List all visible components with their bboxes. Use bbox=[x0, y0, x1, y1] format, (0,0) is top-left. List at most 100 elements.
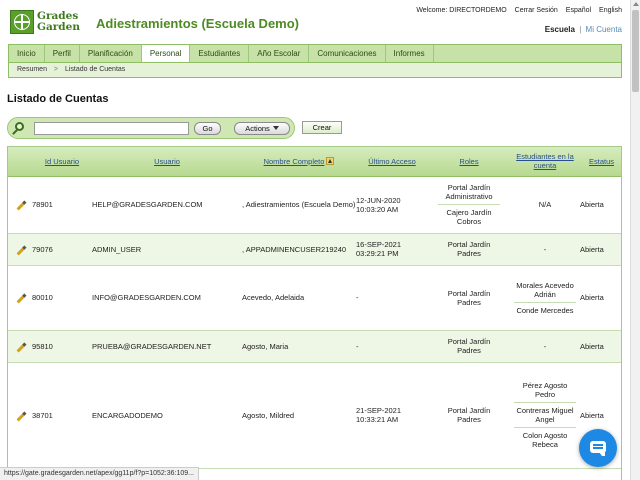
go-button[interactable]: Go bbox=[194, 122, 221, 135]
header-name-label: Nombre Completo bbox=[263, 156, 325, 166]
breadcrumb-current: Listado de Cuentas bbox=[64, 66, 126, 73]
page-title: Listado de Cuentas bbox=[7, 93, 109, 105]
cell-name: Acevedo, Adelaida bbox=[242, 265, 356, 331]
scrollbar-thumb[interactable] bbox=[632, 10, 639, 92]
app-title: Adiestramientos (Escuela Demo) bbox=[96, 16, 300, 31]
cell-user: PRUEBA@GRADESGARDEN.NET bbox=[92, 330, 242, 363]
breadcrumb-separator: > bbox=[53, 66, 59, 73]
accounts-table-container: Id Usuario Usuario Nombre Completo Últim… bbox=[7, 146, 622, 480]
cell-name: Agosto, Maria bbox=[242, 330, 356, 363]
cell-last-access: - bbox=[356, 265, 428, 331]
logo-text: Grades Garden bbox=[37, 11, 80, 33]
role-item: Portal Jardín Padres bbox=[447, 288, 491, 307]
accounts-table: Id Usuario Usuario Nombre Completo Últim… bbox=[8, 147, 621, 469]
cell-last-access: - bbox=[356, 330, 428, 363]
cell-roles: Portal Jardín Padres bbox=[428, 233, 510, 266]
role-item: Portal Jardín Padres bbox=[447, 240, 491, 258]
search-icon[interactable] bbox=[11, 120, 28, 137]
breadcrumb: Resumen > Listado de Cuentas bbox=[8, 62, 622, 78]
lang-es-link[interactable]: Español bbox=[566, 7, 591, 14]
table-row: 80010 INFO@GRADESGARDEN.COM Acevedo, Ade… bbox=[8, 265, 621, 331]
sort-ascending-icon bbox=[326, 156, 335, 165]
cell-id: 95810 bbox=[32, 330, 92, 363]
actions-label: Actions bbox=[245, 124, 270, 133]
header-status[interactable]: Estatus bbox=[580, 147, 621, 177]
tab-estudiantes[interactable]: Estudiantes bbox=[190, 45, 250, 62]
tab-planificacion[interactable]: Planificación bbox=[80, 45, 142, 62]
logo-line-2: Garden bbox=[37, 21, 80, 33]
chat-widget-button[interactable] bbox=[579, 429, 617, 467]
cell-id: 79076 bbox=[32, 233, 92, 266]
tab-ano-escolar[interactable]: Año Escolar bbox=[249, 45, 310, 62]
cell-roles: Portal Jardín Padres bbox=[428, 362, 510, 469]
role-item: Portal Jardín Padres bbox=[447, 406, 491, 424]
browser-status-bar: https://gate.gradesgarden.net/apex/gg11p… bbox=[0, 467, 199, 480]
scroll-up-icon[interactable] bbox=[633, 2, 639, 6]
pencil-icon[interactable] bbox=[16, 293, 27, 304]
cell-students: Pérez Agosto Pedro Contreras Miguel Angel… bbox=[510, 362, 580, 469]
student-item: Conde Mercedes bbox=[516, 305, 574, 315]
welcome-text: Welcome: DIRECTORDEMO bbox=[416, 7, 507, 14]
edit-cell bbox=[8, 330, 32, 363]
pencil-icon[interactable] bbox=[16, 342, 27, 352]
cell-roles: Portal Jardín Administrativo Cajero Jardí… bbox=[428, 176, 510, 234]
header-students[interactable]: Estudiantes en la cuenta bbox=[510, 147, 580, 177]
cell-status: Abierta bbox=[580, 176, 621, 234]
pencil-icon[interactable] bbox=[16, 200, 27, 211]
table-header-row: Id Usuario Usuario Nombre Completo Últim… bbox=[8, 147, 621, 177]
table-row: 38701 ENCARGADODEMO Agosto, Mildred 21-S… bbox=[8, 362, 621, 469]
tab-inicio[interactable]: Inicio bbox=[9, 45, 45, 62]
cell-status: Abierta bbox=[580, 233, 621, 266]
switcher-separator: | bbox=[579, 25, 582, 34]
breadcrumb-resumen[interactable]: Resumen bbox=[17, 66, 47, 73]
grades-garden-logo[interactable]: Grades Garden bbox=[10, 10, 82, 34]
tab-comunicaciones[interactable]: Comunicaciones bbox=[309, 45, 386, 62]
cell-id: 78901 bbox=[32, 176, 92, 234]
chevron-down-icon bbox=[272, 126, 279, 130]
role-item: Portal Jardín Padres bbox=[447, 337, 491, 355]
cell-roles: Portal Jardín Padres bbox=[428, 265, 510, 331]
cell-user: ADMIN_USER bbox=[92, 233, 242, 266]
student-item: Colon Agosto Rebeca bbox=[522, 431, 568, 449]
cell-students: Morales Acevedo Adrián Conde Mercedes bbox=[510, 265, 580, 331]
student-item: Contreras Miguel Angel bbox=[514, 403, 576, 428]
table-row: 95810 PRUEBA@GRADESGARDEN.NET Agosto, Ma… bbox=[8, 330, 621, 363]
cell-name: , APPADMINENCUSER219240 bbox=[242, 233, 356, 266]
header-user[interactable]: Usuario bbox=[92, 147, 242, 177]
cell-students: N/A bbox=[510, 176, 580, 234]
tab-personal[interactable]: Personal bbox=[141, 45, 191, 63]
school-link[interactable]: Escuela bbox=[545, 25, 575, 34]
actions-menu-button[interactable]: Actions bbox=[234, 122, 290, 135]
lang-en-link[interactable]: English bbox=[599, 7, 622, 14]
edit-cell bbox=[8, 362, 32, 469]
student-item: - bbox=[543, 244, 547, 254]
header-id[interactable]: Id Usuario bbox=[32, 147, 92, 177]
cell-last-access: 16-SEP-2021 03:29:21 PM bbox=[356, 233, 428, 266]
logout-link[interactable]: Cerrar Sesión bbox=[515, 7, 558, 14]
app-header: Grades Garden Adiestramientos (Escuela D… bbox=[0, 0, 630, 44]
my-account-link[interactable]: Mi Cuenta bbox=[586, 25, 622, 34]
search-input[interactable] bbox=[34, 122, 189, 135]
cell-status: Abierta bbox=[580, 330, 621, 363]
header-last-access[interactable]: Último Acceso bbox=[356, 147, 428, 177]
main-nav: Inicio Perfil Planificación Personal Est… bbox=[8, 44, 622, 63]
header-roles[interactable]: Roles bbox=[428, 147, 510, 177]
pencil-icon[interactable] bbox=[16, 411, 27, 421]
header-name[interactable]: Nombre Completo bbox=[242, 147, 356, 177]
cell-status: Abierta bbox=[580, 265, 621, 331]
search-toolbar: Go Actions bbox=[7, 117, 295, 139]
chat-icon bbox=[590, 441, 606, 456]
edit-cell bbox=[8, 265, 32, 331]
cell-user: HELP@GRADESGARDEN.COM bbox=[92, 176, 242, 234]
cell-name: , Adiestramientos (Escuela Demo) bbox=[242, 176, 356, 234]
edit-cell bbox=[8, 176, 32, 234]
tab-perfil[interactable]: Perfil bbox=[45, 45, 80, 62]
student-item: Morales Acevedo Adrián bbox=[514, 278, 576, 303]
create-button[interactable]: Crear bbox=[302, 121, 342, 134]
pencil-icon[interactable] bbox=[16, 245, 27, 255]
top-links: Welcome: DIRECTORDEMO Cerrar Sesión Espa… bbox=[410, 7, 622, 14]
page-scrollbar[interactable] bbox=[630, 0, 640, 480]
student-item: N/A bbox=[538, 200, 552, 209]
tab-informes[interactable]: Informes bbox=[386, 45, 434, 62]
cell-user: ENCARGADODEMO bbox=[92, 362, 242, 469]
